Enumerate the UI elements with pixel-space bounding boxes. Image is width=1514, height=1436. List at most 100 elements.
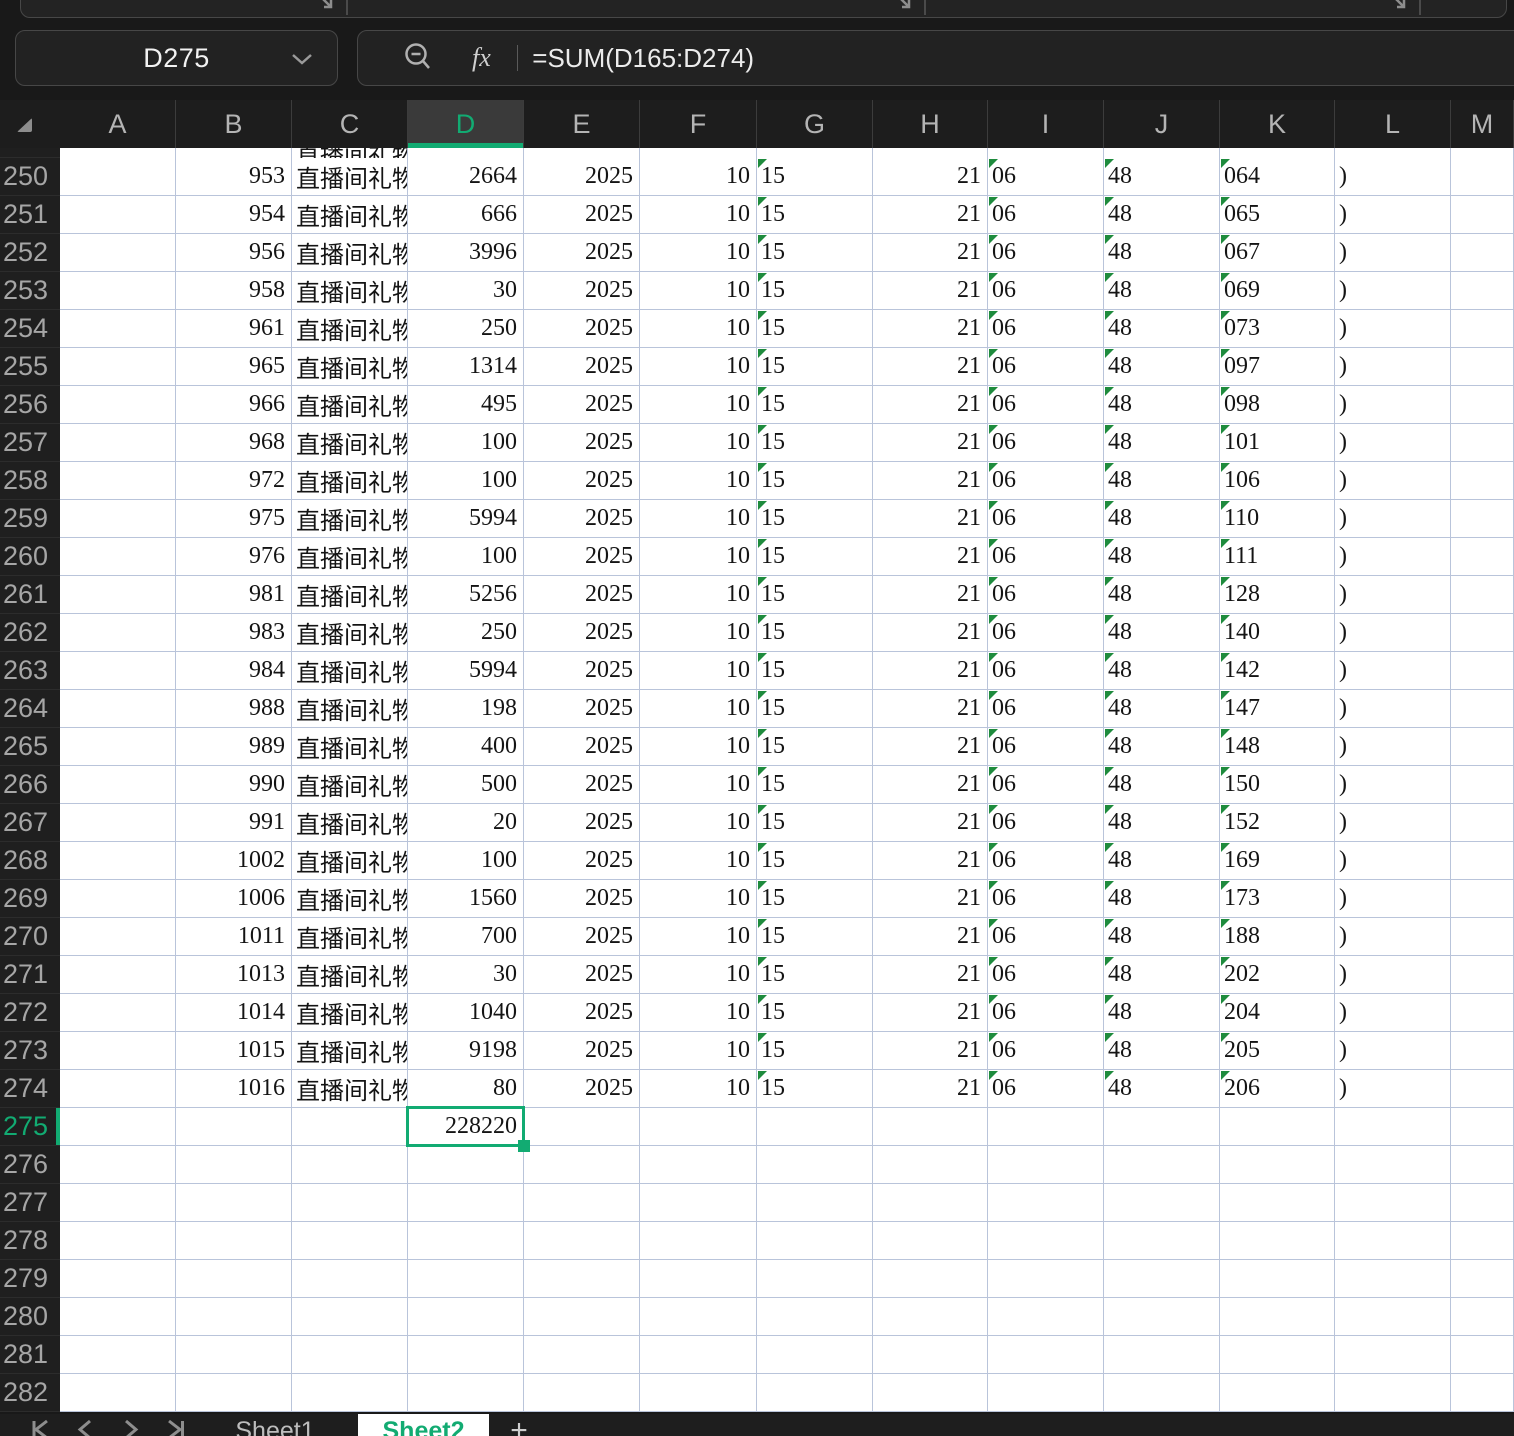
cell[interactable]: 30	[408, 272, 524, 310]
cell[interactable]: 2025	[524, 538, 640, 576]
cell[interactable]	[60, 310, 176, 348]
cell[interactable]: 10	[640, 956, 757, 994]
cell[interactable]: 954	[176, 196, 292, 234]
cell[interactable]	[757, 1184, 873, 1222]
cell[interactable]: 067	[1220, 234, 1335, 272]
cell[interactable]: 500	[408, 766, 524, 804]
cell[interactable]: 10	[640, 690, 757, 728]
row-header-269[interactable]: 269	[0, 880, 60, 918]
cell[interactable]: 21	[873, 462, 988, 500]
cell[interactable]	[1451, 148, 1514, 158]
cell[interactable]: 06	[988, 424, 1104, 462]
cell[interactable]: 15	[757, 196, 873, 234]
cell[interactable]: 21	[873, 196, 988, 234]
cell[interactable]	[292, 1298, 408, 1336]
cell[interactable]	[1220, 1336, 1335, 1374]
cell[interactable]: 1006	[176, 880, 292, 918]
cell[interactable]: 06	[988, 272, 1104, 310]
cell[interactable]: 2025	[524, 500, 640, 538]
cell[interactable]: 直播间礼物	[292, 1032, 408, 1070]
cell[interactable]: 21	[873, 348, 988, 386]
column-header-I[interactable]: I	[988, 100, 1104, 148]
cell[interactable]: 101	[1220, 424, 1335, 462]
cell[interactable]: )	[1335, 1032, 1451, 1070]
row-header-260[interactable]: 260	[0, 538, 60, 576]
cell[interactable]: 48	[1104, 1070, 1220, 1108]
cell[interactable]: 直播间礼物	[292, 690, 408, 728]
cell[interactable]: 15	[757, 956, 873, 994]
cell[interactable]	[524, 1108, 640, 1146]
cell[interactable]	[1104, 1298, 1220, 1336]
formula-bar[interactable]: fx =SUM(D165:D274)	[357, 30, 1514, 86]
cell[interactable]: )	[1335, 348, 1451, 386]
cell[interactable]	[524, 1222, 640, 1260]
cell[interactable]: 21	[873, 234, 988, 272]
cell[interactable]: 48	[1104, 462, 1220, 500]
cell[interactable]	[60, 1260, 176, 1298]
cell[interactable]	[60, 576, 176, 614]
cell[interactable]: 15	[757, 728, 873, 766]
cell[interactable]	[408, 1298, 524, 1336]
cell[interactable]: 48	[1104, 880, 1220, 918]
cell[interactable]: 10	[640, 196, 757, 234]
cell[interactable]	[1451, 386, 1514, 424]
cell[interactable]: 直播间礼物	[292, 272, 408, 310]
cell[interactable]: 15	[757, 1032, 873, 1070]
fill-handle[interactable]	[518, 1140, 530, 1152]
row-header-266[interactable]: 266	[0, 766, 60, 804]
cell[interactable]: 15	[757, 424, 873, 462]
cell[interactable]: 1016	[176, 1070, 292, 1108]
cell[interactable]	[60, 1222, 176, 1260]
cell[interactable]: 15	[757, 234, 873, 272]
cell[interactable]	[292, 1108, 408, 1146]
cell[interactable]: )	[1335, 538, 1451, 576]
cell[interactable]: 15	[757, 918, 873, 956]
cell[interactable]	[640, 1108, 757, 1146]
previous-sheet-button[interactable]	[62, 1414, 108, 1436]
cell[interactable]: 直播间礼物	[292, 614, 408, 652]
last-sheet-button[interactable]	[154, 1414, 200, 1436]
cell[interactable]: 10	[640, 272, 757, 310]
cell[interactable]: 48	[1104, 766, 1220, 804]
cell[interactable]: 06	[988, 462, 1104, 500]
cell[interactable]	[640, 1336, 757, 1374]
cell[interactable]: )	[1335, 576, 1451, 614]
cell[interactable]: 2025	[524, 690, 640, 728]
cell[interactable]	[1451, 1070, 1514, 1108]
add-sheet-button[interactable]: +	[489, 1414, 549, 1436]
row-header-267[interactable]: 267	[0, 804, 60, 842]
cell[interactable]: 198	[408, 690, 524, 728]
cell[interactable]: 06	[988, 956, 1104, 994]
cell[interactable]: 097	[1220, 348, 1335, 386]
cell[interactable]: 21	[873, 766, 988, 804]
cell[interactable]: 48	[1104, 576, 1220, 614]
cell[interactable]: 21	[873, 918, 988, 956]
cell[interactable]	[1335, 1374, 1451, 1412]
row-header-270[interactable]: 270	[0, 918, 60, 956]
cell[interactable]: )	[1335, 956, 1451, 994]
cell[interactable]	[524, 1260, 640, 1298]
cell[interactable]: 06	[988, 842, 1104, 880]
cell[interactable]: 直播间礼物	[292, 994, 408, 1032]
cell[interactable]	[1335, 1336, 1451, 1374]
cell[interactable]: 2025	[524, 196, 640, 234]
cell[interactable]: 984	[176, 652, 292, 690]
cell[interactable]	[1451, 1222, 1514, 1260]
cell[interactable]: 958	[176, 272, 292, 310]
cell[interactable]	[1104, 1184, 1220, 1222]
cell[interactable]: )	[1335, 462, 1451, 500]
cell[interactable]: 991	[176, 804, 292, 842]
cell[interactable]	[292, 1260, 408, 1298]
cell[interactable]: 10	[640, 158, 757, 196]
cell[interactable]: )	[1335, 158, 1451, 196]
cell[interactable]	[873, 1260, 988, 1298]
cell[interactable]	[1451, 272, 1514, 310]
cell[interactable]: 2025	[524, 348, 640, 386]
cell[interactable]	[60, 1146, 176, 1184]
cell[interactable]	[640, 148, 757, 158]
cell[interactable]	[1451, 196, 1514, 234]
cell[interactable]	[1451, 842, 1514, 880]
cell[interactable]: 953	[176, 158, 292, 196]
cell[interactable]: 100	[408, 842, 524, 880]
cell[interactable]: 06	[988, 880, 1104, 918]
